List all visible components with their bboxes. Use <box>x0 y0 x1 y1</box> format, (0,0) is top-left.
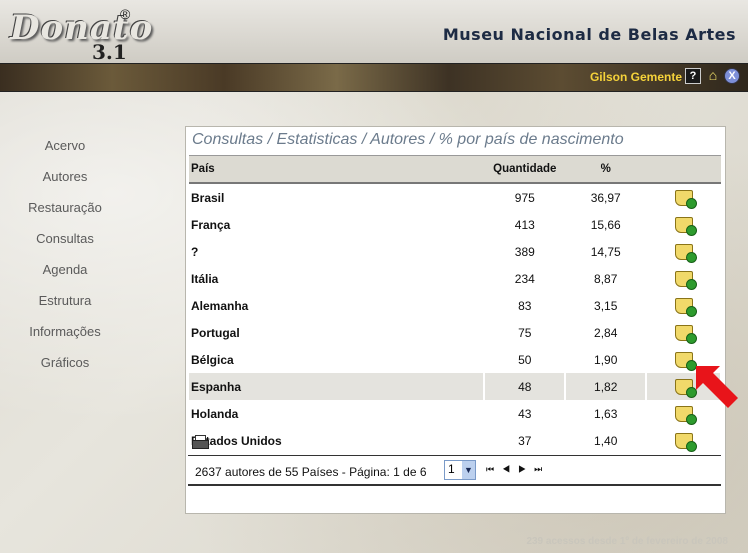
page-select-value: 1 <box>448 462 455 476</box>
home-icon[interactable]: ⌂ <box>706 68 720 82</box>
donato-logo: Donato 3.1 ® <box>10 4 152 64</box>
report-icon[interactable] <box>674 378 697 398</box>
chevron-down-icon[interactable]: ▼ <box>462 461 475 479</box>
results-summary: 2637 autores de 55 Países - Página: 1 de… <box>195 465 427 479</box>
percent-cell: 1,63 <box>594 406 618 421</box>
nav-item-informacoes[interactable]: Informações <box>0 322 130 353</box>
quantity-cell: 413 <box>514 217 535 232</box>
table-row: Bélgica 50 1,90 <box>189 346 721 373</box>
table-row-highlighted: Espanha 48 1,82 <box>189 373 722 400</box>
report-icon[interactable] <box>674 405 697 425</box>
table-row: Alemanha 83 3,15 <box>189 292 721 319</box>
print-icon-body <box>192 440 209 449</box>
percent-cell: 1,82 <box>565 373 648 400</box>
action-cell <box>646 265 721 292</box>
country-cell: Itália <box>191 271 219 286</box>
nav-item-autores[interactable]: Autores <box>0 167 130 198</box>
nav-item-agenda[interactable]: Agenda <box>0 260 130 291</box>
action-cell <box>646 183 721 211</box>
action-cell <box>646 319 721 346</box>
nav-item-consultas[interactable]: Consultas <box>0 229 130 260</box>
table-row: Portugal 75 2,84 <box>189 319 721 346</box>
percent-cell: 14,75 <box>590 244 621 259</box>
column-header-actions <box>646 156 721 184</box>
percent-cell: 1,90 <box>594 352 618 367</box>
report-icon[interactable] <box>674 189 697 209</box>
percent-cell: 36,97 <box>590 190 621 205</box>
next-page-icon[interactable]: ▶ <box>518 464 534 474</box>
logo-registered-mark: ® <box>120 6 131 22</box>
action-cell <box>646 292 721 319</box>
country-cell: Portugal <box>191 325 240 340</box>
table-row: Estados Unidos 37 1,40 <box>189 427 721 454</box>
quantity-cell: 48 <box>484 373 567 400</box>
table-row: Itália 234 8,87 <box>189 265 721 292</box>
percent-cell: 3,15 <box>594 298 618 313</box>
pager-controls: ⏮◀▶⏭ <box>486 464 550 475</box>
table-header: País Quantidade % <box>189 155 721 184</box>
results-panel: Consultas / Estatisticas / Autores / % p… <box>185 126 726 514</box>
logo-version: 3.1 <box>92 40 127 64</box>
nav-item-estrutura[interactable]: Estrutura <box>0 291 130 322</box>
country-cell: Estados Unidos <box>191 433 282 448</box>
quantity-cell: 389 <box>514 244 535 259</box>
table-row: França 413 15,66 <box>189 211 721 238</box>
user-bar: Gilson Gemente ? ⌂ X <box>0 63 748 92</box>
quantity-cell: 83 <box>518 298 532 313</box>
country-cell: Brasil <box>191 190 225 205</box>
report-icon[interactable] <box>674 324 697 344</box>
last-page-icon[interactable]: ⏭ <box>534 464 550 474</box>
stats-table: País Quantidade % Brasil 975 36,97 França 4… <box>189 155 722 454</box>
table-row: ? 389 14,75 <box>189 238 721 265</box>
country-cell: Holanda <box>191 406 239 421</box>
quantity-cell: 50 <box>518 352 532 367</box>
column-header-percent[interactable]: % <box>565 156 646 184</box>
table-row: Brasil 975 36,97 <box>189 183 721 211</box>
report-icon[interactable] <box>674 297 697 317</box>
country-cell: Bélgica <box>191 352 234 367</box>
first-page-icon[interactable]: ⏮ <box>486 464 502 474</box>
site-title: Museu Nacional de Belas Artes <box>442 25 736 44</box>
quantity-cell: 75 <box>518 325 532 340</box>
country-cell: França <box>191 217 231 232</box>
action-cell <box>646 238 721 265</box>
access-counter: 239 acessos desde 1º de fevereiro de 200… <box>526 536 728 547</box>
quantity-cell: 975 <box>514 190 535 205</box>
header: Donato 3.1 ® Museu Nacional de Belas Art… <box>0 0 748 64</box>
side-nav: Acervo Autores Restauração Consultas Age… <box>0 136 130 384</box>
logo-word: Donato <box>10 8 154 48</box>
action-cell <box>646 427 721 454</box>
column-header-country[interactable]: País <box>189 156 484 184</box>
user-name[interactable]: Gilson Gemente <box>590 70 682 84</box>
nav-item-graficos[interactable]: Gráficos <box>0 353 130 384</box>
country-cell: Alemanha <box>191 298 249 313</box>
action-cell <box>646 211 721 238</box>
report-icon[interactable] <box>674 216 697 236</box>
report-icon[interactable] <box>674 270 697 290</box>
report-icon[interactable] <box>674 351 697 371</box>
table-row: Holanda 43 1,63 <box>189 400 721 427</box>
prev-page-icon[interactable]: ◀ <box>502 464 518 474</box>
print-icon[interactable] <box>192 435 209 449</box>
quantity-cell: 43 <box>518 406 532 421</box>
percent-cell: 1,40 <box>594 433 618 448</box>
percent-cell: 8,87 <box>594 271 618 286</box>
column-header-quantity[interactable]: Quantidade <box>484 156 565 184</box>
nav-item-restauracao[interactable]: Restauração <box>0 198 130 229</box>
quantity-cell: 234 <box>514 271 535 286</box>
quantity-cell: 37 <box>518 433 532 448</box>
report-icon[interactable] <box>674 243 697 263</box>
report-icon[interactable] <box>674 432 697 452</box>
breadcrumb: Consultas / Estatisticas / Autores / % p… <box>192 131 624 148</box>
page-select[interactable]: 1 ▼ <box>444 460 476 480</box>
percent-cell: 15,66 <box>590 217 621 232</box>
close-icon[interactable]: X <box>724 68 740 84</box>
country-cell: Espanha <box>189 373 486 400</box>
help-icon[interactable]: ? <box>685 68 701 84</box>
percent-cell: 2,84 <box>594 325 618 340</box>
pagination-bar: 2637 autores de 55 Países - Página: 1 de… <box>188 455 721 486</box>
nav-item-acervo[interactable]: Acervo <box>0 136 130 167</box>
country-cell: ? <box>191 244 199 259</box>
annotation-arrow-icon <box>696 366 738 408</box>
